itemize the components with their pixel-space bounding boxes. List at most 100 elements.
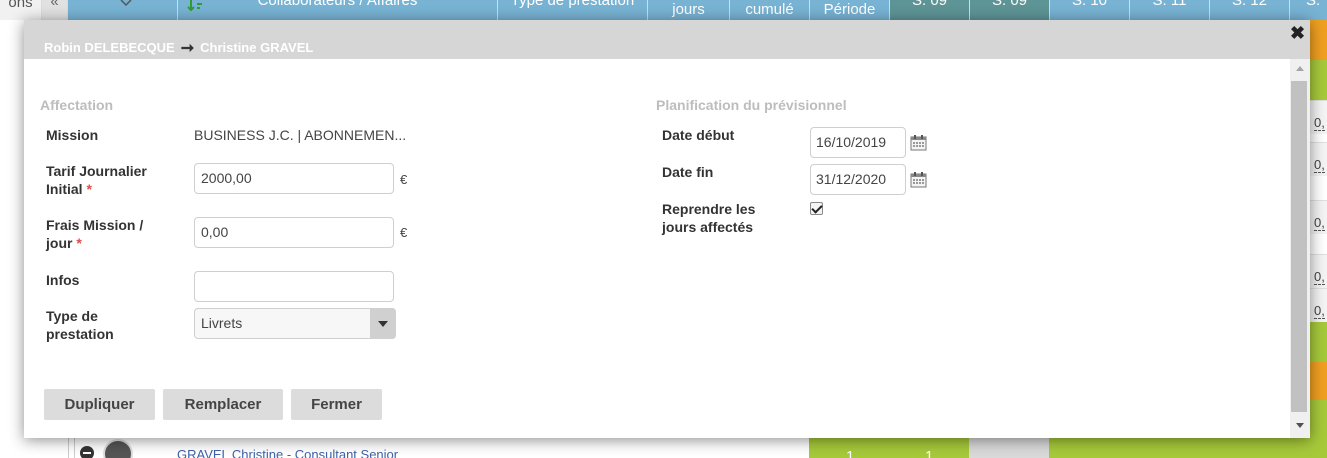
- arrow-right-icon: ➞: [180, 40, 195, 57]
- header-week-2[interactable]: S. 09: [969, 0, 1049, 20]
- reprendre-label-line2: jours affectés: [662, 219, 754, 235]
- header-week-2-label: S. 09: [991, 0, 1028, 9]
- row-divider: [74, 438, 75, 458]
- header-week-1[interactable]: S. 09: [889, 0, 969, 20]
- row-strip-green: [1309, 400, 1327, 438]
- row-strip-orange: [1309, 20, 1327, 60]
- header-week-5[interactable]: S. 12: [1209, 0, 1289, 20]
- header-col-jours[interactable]: jours: [647, 0, 729, 20]
- row-cell[interactable]: 0,: [1309, 100, 1327, 134]
- remplacer-button[interactable]: Remplacer: [163, 389, 283, 420]
- row-cell[interactable]: 0,: [1309, 288, 1327, 322]
- date-fin-label: Date fin: [662, 164, 714, 180]
- row-strip-orange: [1309, 362, 1327, 400]
- header-type-label: Type de prestation: [510, 0, 635, 9]
- row-cell-value: 0,: [1314, 115, 1325, 131]
- date-debut-label: Date début: [662, 127, 735, 143]
- tarif-label-line2: Initial: [46, 181, 83, 197]
- scroll-up-icon[interactable]: [1296, 66, 1304, 71]
- header-week-3[interactable]: S. 10: [1049, 0, 1129, 20]
- row-strip-green: [1309, 60, 1327, 100]
- date-fin-input[interactable]: 31/12/2020: [810, 164, 906, 195]
- scroll-down-icon[interactable]: [1296, 423, 1304, 428]
- avatar: [103, 439, 133, 458]
- reprendre-checkbox[interactable]: [810, 202, 823, 215]
- chevron-down-icon: [120, 0, 132, 7]
- reprendre-label-line1: Reprendre les: [662, 201, 756, 217]
- period-cell: [809, 438, 969, 458]
- row-cell-value: 0,: [1314, 303, 1325, 319]
- frais-label: Frais Mission / jour *: [46, 216, 143, 252]
- collaborator-row-link[interactable]: GRAVEL Christine - Consultant Senior: [177, 447, 398, 458]
- header-periode-label: Période: [823, 1, 876, 18]
- dialog-scrollbar[interactable]: [1290, 59, 1310, 438]
- mission-label: Mission: [46, 127, 99, 143]
- dialog-title-from: Robin DELEBECQUE: [44, 40, 175, 55]
- header-collaborateurs-label: Collaborateurs / Affaires: [257, 0, 418, 9]
- header-week-1-label: S. 09: [911, 0, 948, 9]
- dialog-title: Robin DELEBECQUE ➞ Christine GRAVEL: [44, 37, 313, 57]
- date-debut-input[interactable]: 16/10/2019: [810, 127, 906, 158]
- reprendre-label: Reprendre les jours affectés: [662, 200, 755, 236]
- tarif-label-line1: Tarif Journalier: [46, 163, 147, 179]
- header-col-periode[interactable]: Période: [809, 0, 889, 20]
- tarif-currency: €: [400, 172, 408, 187]
- required-marker: *: [76, 235, 82, 251]
- tarif-label: Tarif Journalier Initial *: [46, 162, 147, 198]
- header-col-cumule[interactable]: cumulé: [729, 0, 809, 20]
- scroll-thumb[interactable]: [1291, 81, 1307, 412]
- row-cell-value: 0,: [1314, 157, 1325, 173]
- header-week-6-label: S.: [1306, 0, 1321, 9]
- frais-label-line1: Frais Mission /: [46, 217, 144, 233]
- row-jours-value: 1: [846, 448, 855, 458]
- section-title-affectation: Affectation: [40, 97, 114, 113]
- type-prestation-select[interactable]: Livrets: [194, 308, 396, 339]
- collapse-minus-icon[interactable]: [80, 446, 94, 458]
- calendar-icon[interactable]: [910, 134, 927, 151]
- header-jours-label: jours: [672, 1, 705, 18]
- row-cell[interactable]: 0,: [1309, 200, 1327, 234]
- close-icon[interactable]: ✖: [1290, 24, 1305, 42]
- type-prestation-value: Livrets: [201, 315, 243, 331]
- header-col-first-label: ons: [8, 0, 33, 11]
- required-marker: *: [86, 181, 92, 197]
- infos-input[interactable]: [194, 271, 394, 302]
- header-col-toggle[interactable]: [67, 0, 177, 20]
- header-week-5-label: S. 12: [1231, 0, 1268, 9]
- header-col-type[interactable]: Type de prestation: [497, 0, 647, 20]
- dialog-title-to: Christine GRAVEL: [200, 40, 314, 55]
- type-label-line1: Type de: [46, 308, 98, 324]
- dialog-header: Robin DELEBECQUE ➞ Christine GRAVEL ✖: [24, 20, 1310, 59]
- collapse-chevron-button[interactable]: «: [41, 0, 67, 20]
- row-periode-value: 1: [925, 448, 934, 458]
- tarif-journalier-input[interactable]: 2000,00: [194, 163, 394, 194]
- infos-label: Infos: [46, 272, 80, 288]
- affectation-dialog: Robin DELEBECQUE ➞ Christine GRAVEL ✖ Affe…: [24, 20, 1310, 438]
- type-prestation-label: Type de prestation: [46, 307, 114, 343]
- double-chevron-left-icon: «: [50, 0, 59, 10]
- row-cell[interactable]: 0,: [1309, 142, 1327, 176]
- header-cumule-label: cumulé: [745, 1, 794, 18]
- header-week-4[interactable]: S. 11: [1129, 0, 1209, 20]
- chevron-down-icon[interactable]: [370, 308, 396, 339]
- header-week-3-label: S. 10: [1071, 0, 1108, 9]
- type-label-line2: prestation: [46, 326, 114, 342]
- week-cell: [1049, 438, 1327, 458]
- fermer-button[interactable]: Fermer: [291, 389, 382, 420]
- row-cell[interactable]: 0,: [1309, 254, 1327, 288]
- frais-currency: €: [400, 225, 408, 240]
- header-col-first: ons: [0, 0, 41, 20]
- week-cell: [969, 438, 1049, 458]
- mission-value: BUSINESS J.C. | ABONNEMEN...: [194, 127, 407, 143]
- calendar-icon[interactable]: [910, 171, 927, 188]
- frais-mission-input[interactable]: 0,00: [194, 217, 394, 248]
- section-title-planification: Planification du prévisionnel: [656, 97, 847, 113]
- dupliquer-button[interactable]: Dupliquer: [44, 389, 155, 420]
- row-strip-green: [1309, 322, 1327, 362]
- row-cell-value: 0,: [1314, 269, 1325, 285]
- frais-label-line2: jour: [46, 235, 73, 251]
- header-week-4-label: S. 11: [1152, 0, 1187, 9]
- row-cell-value: 0,: [1314, 215, 1325, 231]
- header-col-collaborateurs[interactable]: Collaborateurs / Affaires: [177, 0, 497, 20]
- header-week-6[interactable]: S.: [1289, 0, 1327, 20]
